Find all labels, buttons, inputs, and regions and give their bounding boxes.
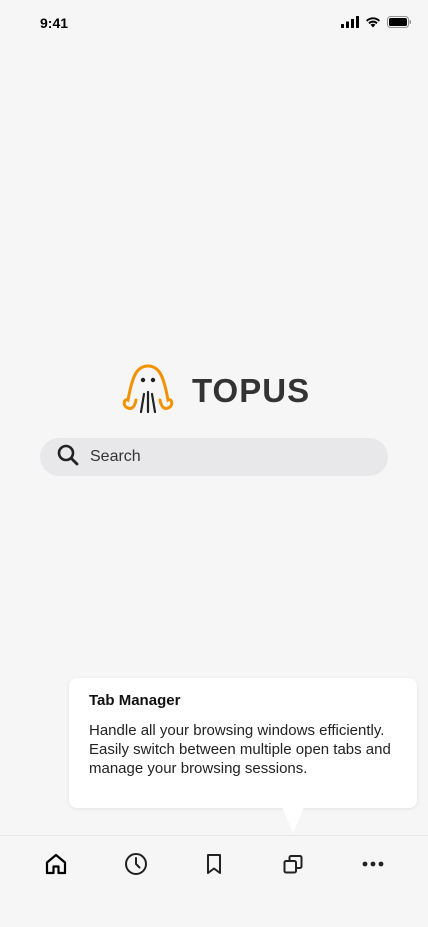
more-icon [361, 852, 385, 881]
nav-bookmarks[interactable] [200, 852, 228, 880]
signal-icon [341, 15, 359, 33]
status-icons [341, 15, 412, 33]
search-icon [56, 443, 80, 472]
tooltip-body: Handle all your browsing windows efficie… [89, 722, 391, 777]
bookmark-icon [202, 852, 226, 881]
brand-name: TOPUS [192, 371, 311, 409]
octopus-logo-icon [120, 360, 176, 421]
wifi-icon [365, 15, 381, 33]
tab-manager-tooltip: Tab Manager Handle all your browsing win… [69, 678, 417, 808]
bottom-nav [0, 835, 428, 927]
nav-tabs[interactable] [279, 852, 307, 880]
battery-icon [387, 15, 412, 33]
home-icon [44, 852, 68, 881]
status-time: 9:41 [40, 15, 69, 31]
tooltip-arrow [282, 807, 304, 833]
search-input[interactable]: Search [90, 448, 141, 466]
history-clock-icon [124, 852, 148, 881]
search-bar[interactable]: Search [40, 438, 388, 476]
brand-logo: TOPUS [120, 360, 310, 421]
nav-more[interactable] [359, 852, 387, 880]
status-bar: 9:41 [0, 0, 428, 46]
tooltip-title: Tab Manager [89, 692, 181, 709]
nav-history[interactable] [122, 852, 150, 880]
tabs-icon [281, 852, 305, 881]
nav-home[interactable] [42, 852, 70, 880]
